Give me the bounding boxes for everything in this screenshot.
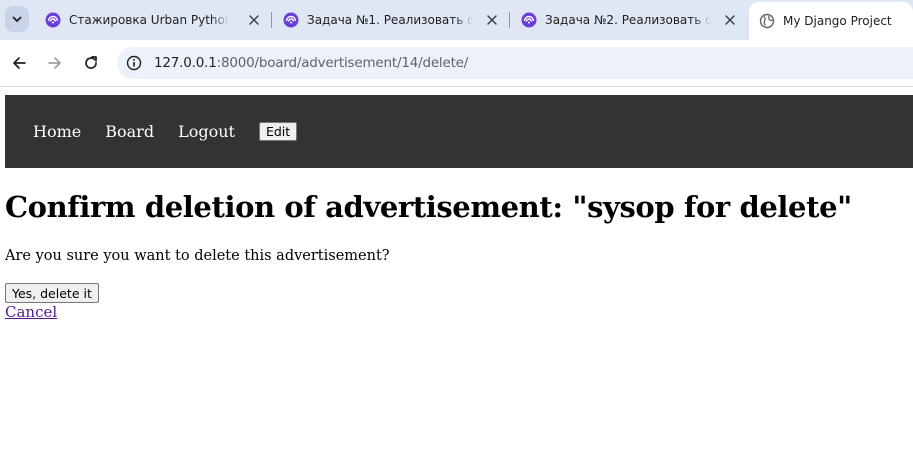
browser-toolbar: 127.0.0.1:8000/board/advertisement/14/de… [0,40,913,87]
address-url[interactable]: 127.0.0.1:8000/board/advertisement/14/de… [154,47,468,79]
tab-my-django-project[interactable]: My Django Project [749,2,913,40]
tab-title: Задача №2. Реализовать функ [545,13,711,27]
close-icon[interactable] [723,13,737,27]
reload-button[interactable] [79,51,103,75]
nav-link-home[interactable]: Home [33,122,81,141]
tab-separator [509,12,510,28]
url-host: 127.0.0.1 [154,55,217,71]
page-content: Home Board Logout Edit Confirm deletion … [0,87,913,458]
site-info-button[interactable] [123,52,145,74]
browser-tabstrip: Стажировка Urban Python 2 Задача №1. Реа… [0,0,913,40]
site-navbar: Home Board Logout Edit [5,95,913,168]
url-path: :8000/board/advertisement/14/delete/ [216,55,469,71]
chevron-down-icon [12,16,22,22]
close-icon[interactable] [485,13,499,27]
urban-logo-icon [521,12,537,28]
nav-link-logout[interactable]: Logout [178,122,235,141]
tab-task-1[interactable]: Задача №1. Реализовать функ [273,0,509,40]
cancel-link[interactable]: Cancel [5,303,57,321]
confirmation-message: Are you sure you want to delete this adv… [5,248,390,264]
tab-urban-python[interactable]: Стажировка Urban Python 2 [35,0,271,40]
tab-search-button[interactable] [5,6,29,32]
nav-link-board[interactable]: Board [105,122,154,141]
tab-separator [271,12,272,28]
tab-title: Стажировка Urban Python 2 [69,13,229,27]
back-button[interactable] [7,51,31,75]
arrow-left-icon [13,57,26,69]
confirm-delete-button[interactable]: Yes, delete it [5,283,99,303]
tab-title: Задача №1. Реализовать функ [307,13,473,27]
forward-button[interactable] [43,51,67,75]
urban-logo-icon [45,12,61,28]
close-icon[interactable] [247,13,261,27]
info-icon [126,55,142,71]
edit-button[interactable]: Edit [258,122,298,141]
tab-task-2[interactable]: Задача №2. Реализовать функ [511,0,747,40]
address-bar[interactable]: 127.0.0.1:8000/board/advertisement/14/de… [117,47,913,79]
page-title: Confirm deletion of advertisement: "syso… [5,190,852,224]
tab-title: My Django Project [783,14,892,28]
globe-icon [759,13,775,29]
reload-icon [85,56,97,69]
arrow-right-icon [48,57,61,69]
urban-logo-icon [283,12,299,28]
